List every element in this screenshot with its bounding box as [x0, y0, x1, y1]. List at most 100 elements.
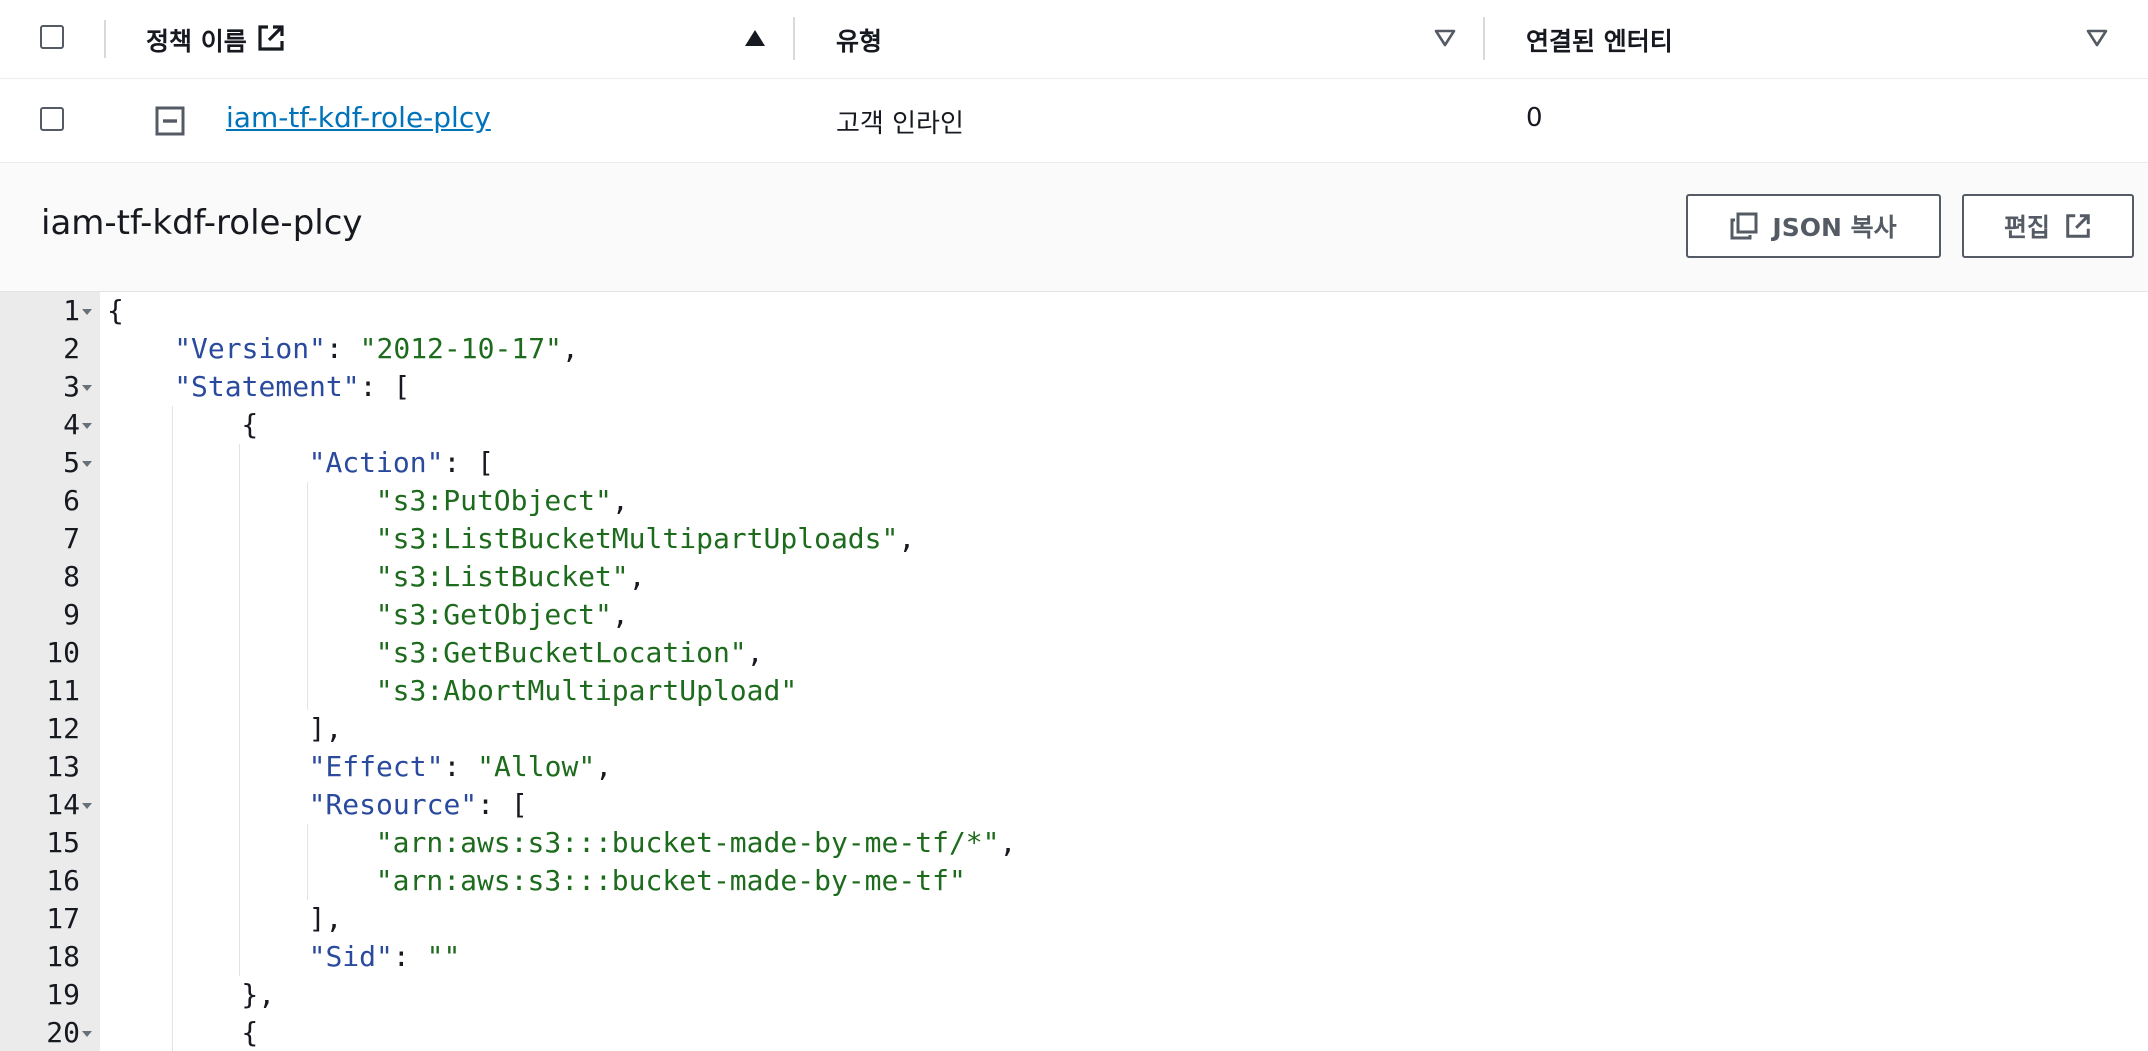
code-text: "Version": "2012-10-17",: [174, 332, 579, 365]
line-number: 5: [63, 446, 80, 479]
json-key: "Effect": [308, 750, 444, 783]
json-punctuation: ,: [561, 332, 579, 365]
fold-toggle-icon[interactable]: [82, 461, 92, 467]
row-select-checkbox[interactable]: [40, 107, 64, 131]
json-punctuation: :: [392, 940, 427, 973]
line-number: 9: [63, 598, 80, 631]
column-divider[interactable]: [793, 17, 795, 60]
json-string: "s3:ListBucket": [375, 560, 629, 593]
json-key: "Version": [174, 332, 326, 365]
json-key: "Sid": [308, 940, 393, 973]
json-punctuation: ,: [999, 826, 1017, 859]
code-text: "Effect": "Allow",: [309, 750, 612, 783]
json-string: "Allow": [477, 750, 596, 783]
code-text: "s3:ListBucketMultipartUploads",: [376, 522, 915, 555]
json-punctuation: ,: [595, 750, 613, 783]
edit-button[interactable]: 편집: [1962, 194, 2134, 258]
code-line: 15 "arn:aws:s3:::bucket-made-by-me-tf/*",: [0, 824, 2148, 862]
collapse-icon[interactable]: [155, 106, 185, 136]
attached-entities-cell: 0: [1526, 103, 1543, 133]
indent-guide: [306, 596, 308, 634]
indent-guide: [239, 558, 241, 596]
indent-guide: [172, 596, 174, 634]
json-punctuation: : [: [477, 788, 528, 821]
code-line: 8 "s3:ListBucket",: [0, 558, 2148, 596]
indent-guide: [239, 444, 241, 482]
line-number: 2: [63, 332, 80, 365]
policy-name-link[interactable]: iam-tf-kdf-role-plcy: [226, 101, 491, 134]
indent-guide: [239, 748, 241, 786]
json-punctuation: ,: [611, 484, 629, 517]
fold-toggle-icon[interactable]: [82, 423, 92, 429]
indent-guide: [306, 862, 308, 900]
column-header-type-label: 유형: [836, 27, 883, 56]
json-punctuation: : [: [443, 446, 495, 479]
code-line: 2 "Version": "2012-10-17",: [0, 330, 2148, 368]
fold-toggle-icon[interactable]: [82, 1031, 92, 1037]
indent-guide: [172, 710, 174, 748]
edit-label: 편집: [2003, 213, 2050, 242]
indent-guide: [172, 862, 174, 900]
indent-guide: [172, 900, 174, 938]
indent-guide: [239, 900, 241, 938]
code-text: "s3:ListBucket",: [376, 560, 646, 593]
column-header-type[interactable]: 유형: [836, 22, 882, 58]
indent-guide: [172, 976, 174, 1014]
code-text: },: [241, 978, 275, 1011]
code-line: 4{: [0, 406, 2148, 444]
code-line: 9 "s3:GetObject",: [0, 596, 2148, 634]
json-key: "Statement": [174, 370, 360, 403]
code-text: "s3:AbortMultipartUpload": [376, 674, 797, 707]
code-line: 7 "s3:ListBucketMultipartUploads",: [0, 520, 2148, 558]
code-line: 16 "arn:aws:s3:::bucket-made-by-me-tf": [0, 862, 2148, 900]
indent-guide: [239, 862, 241, 900]
code-line: 20 {: [0, 1014, 2148, 1051]
json-string: "arn:aws:s3:::bucket-made-by-me-tf/*": [375, 826, 1000, 859]
sort-descending-icon[interactable]: [1434, 29, 1456, 47]
fold-toggle-icon[interactable]: [82, 385, 92, 391]
code-text: {: [241, 1016, 258, 1049]
copy-json-button[interactable]: JSON 복사: [1686, 194, 1941, 258]
json-string: "s3:GetBucketLocation": [375, 636, 747, 669]
line-number: 3: [63, 370, 80, 403]
json-punctuation: ,: [611, 598, 629, 631]
indent-guide: [172, 406, 174, 444]
json-punctuation: :: [443, 750, 478, 783]
policy-type-cell: 고객 인라인: [836, 109, 964, 139]
indent-guide: [239, 672, 241, 710]
json-string: "arn:aws:s3:::bucket-made-by-me-tf": [375, 864, 966, 897]
copy-json-label: JSON 복사: [1772, 213, 1897, 242]
policy-detail-title: iam-tf-kdf-role-plcy: [41, 203, 363, 243]
column-header-policy-name[interactable]: 정책 이름: [146, 22, 247, 58]
json-code-editor[interactable]: 1 {2 "Version": "2012-10-17", 3 "Statement":…: [0, 291, 2148, 1051]
indent-guide: [239, 938, 241, 976]
indent-guide: [306, 672, 308, 710]
select-all-checkbox[interactable]: [40, 25, 64, 49]
line-number: 1: [63, 294, 80, 327]
indent-guide: [306, 558, 308, 596]
column-header-attached-entities[interactable]: 연결된 엔터티: [1526, 22, 1673, 58]
code-text: "Action": [: [309, 446, 494, 479]
code-text: "s3:PutObject",: [376, 484, 629, 517]
sort-descending-icon[interactable]: [2086, 29, 2108, 47]
json-string: "s3:GetObject": [375, 598, 612, 631]
indent-guide: [172, 520, 174, 558]
indent-guide: [172, 672, 174, 710]
indent-guide: [239, 520, 241, 558]
code-text: "s3:GetBucketLocation",: [376, 636, 764, 669]
code-text: {: [241, 408, 258, 441]
policy-table-header: 정책 이름 유형 연결된 엔터티: [0, 0, 2148, 79]
table-row: iam-tf-kdf-role-plcy 고객 인라인 0: [0, 79, 2148, 163]
fold-toggle-icon[interactable]: [82, 803, 92, 809]
code-text: "s3:GetObject",: [376, 598, 629, 631]
column-header-policy-name-label: 정책 이름: [146, 27, 247, 56]
code-text: "arn:aws:s3:::bucket-made-by-me-tf/*",: [376, 826, 1017, 859]
line-number: 7: [63, 522, 80, 555]
column-divider[interactable]: [1483, 17, 1485, 60]
indent-guide: [172, 748, 174, 786]
indent-guide: [172, 558, 174, 596]
json-punctuation: : [: [359, 370, 411, 403]
json-punctuation: {: [241, 408, 259, 441]
sort-ascending-icon[interactable]: [744, 29, 766, 47]
fold-toggle-icon[interactable]: [82, 309, 92, 315]
